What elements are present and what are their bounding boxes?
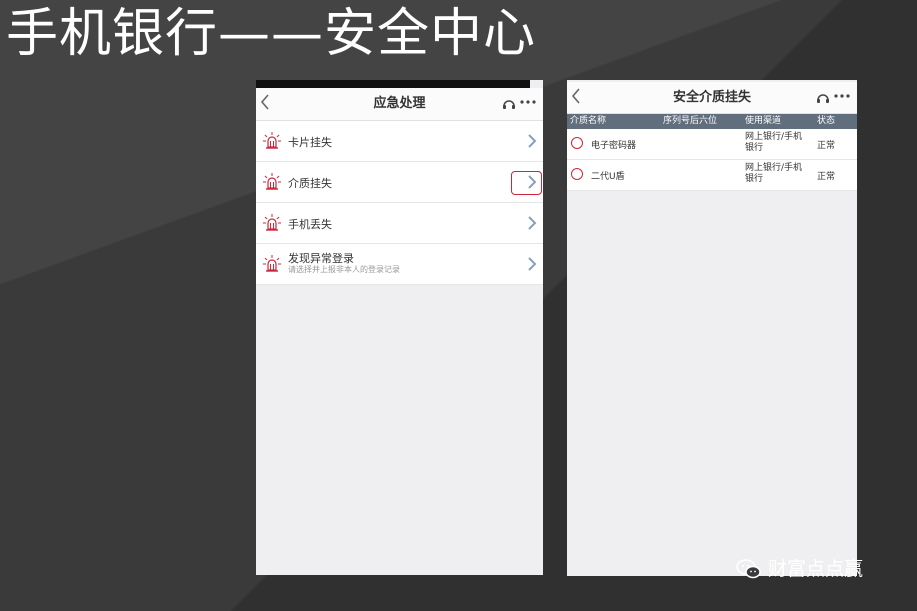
media-channel: 网上银行/手机银行	[745, 132, 803, 153]
menu-item-label: 卡片挂失	[288, 136, 332, 149]
slide-title: 手机银行——安全中心	[6, 4, 537, 64]
headset-icon[interactable]	[815, 90, 831, 106]
alarm-light-icon	[262, 213, 282, 233]
page-title: 应急处理	[373, 96, 426, 111]
security-media-loss-screen: 安全介质挂失 介质名称 序列号后六位 使用渠道 状态 电子密码器 网上银行/手机…	[567, 80, 857, 576]
chevron-right-icon	[527, 133, 537, 149]
nav-bar: 应急处理	[256, 88, 543, 121]
emergency-handling-screen: 应急处理 卡片挂失 介质挂失 手机丢失 发现异常登录 请选择并上报非本人的登录记…	[256, 80, 543, 575]
alarm-light-icon	[262, 131, 282, 151]
column-header-channel: 使用渠道	[745, 116, 782, 126]
alarm-light-icon	[262, 172, 282, 192]
media-channel: 网上银行/手机银行	[745, 163, 803, 184]
page-title: 安全介质挂失	[672, 90, 751, 105]
chevron-right-icon	[527, 256, 537, 272]
menu-item-abnormal-login[interactable]: 发现异常登录 请选择并上报非本人的登录记录	[256, 244, 543, 285]
menu-item-label: 手机丢失	[288, 218, 332, 231]
watermark-text: 财富点点赢	[768, 558, 864, 580]
nav-bar: 安全介质挂失	[567, 82, 857, 114]
media-status: 正常	[817, 172, 836, 182]
menu-item-media-loss[interactable]: 介质挂失	[256, 162, 543, 203]
more-dots-icon[interactable]	[519, 94, 537, 110]
media-name: 电子密码器	[591, 141, 637, 151]
column-header-media-name: 介质名称	[570, 116, 607, 126]
emergency-menu-list: 卡片挂失 介质挂失 手机丢失 发现异常登录 请选择并上报非本人的登录记录	[256, 121, 543, 285]
menu-item-card-loss[interactable]: 卡片挂失	[256, 121, 543, 162]
menu-item-sublabel: 请选择并上报非本人的登录记录	[288, 265, 400, 274]
more-dots-icon[interactable]	[833, 88, 851, 104]
status-bar	[256, 80, 530, 88]
alarm-light-icon	[262, 254, 282, 274]
table-row[interactable]: 电子密码器 网上银行/手机银行 正常	[567, 129, 857, 160]
table-row[interactable]: 二代U盾 网上银行/手机银行 正常	[567, 160, 857, 191]
radio-button[interactable]	[571, 137, 583, 149]
menu-item-phone-loss[interactable]: 手机丢失	[256, 203, 543, 244]
chevron-right-icon	[527, 215, 537, 231]
highlight-box	[511, 171, 542, 195]
menu-item-label: 介质挂失	[288, 177, 332, 190]
media-status: 正常	[817, 141, 836, 151]
table-header: 介质名称 序列号后六位 使用渠道 状态	[567, 114, 857, 129]
radio-button[interactable]	[571, 168, 583, 180]
headset-icon[interactable]	[501, 96, 517, 112]
wechat-icon	[736, 558, 762, 580]
media-table: 电子密码器 网上银行/手机银行 正常 二代U盾 网上银行/手机银行 正常	[567, 129, 857, 191]
column-header-serial: 序列号后六位	[663, 116, 718, 126]
column-header-status: 状态	[817, 116, 836, 126]
media-name: 二代U盾	[591, 172, 625, 182]
